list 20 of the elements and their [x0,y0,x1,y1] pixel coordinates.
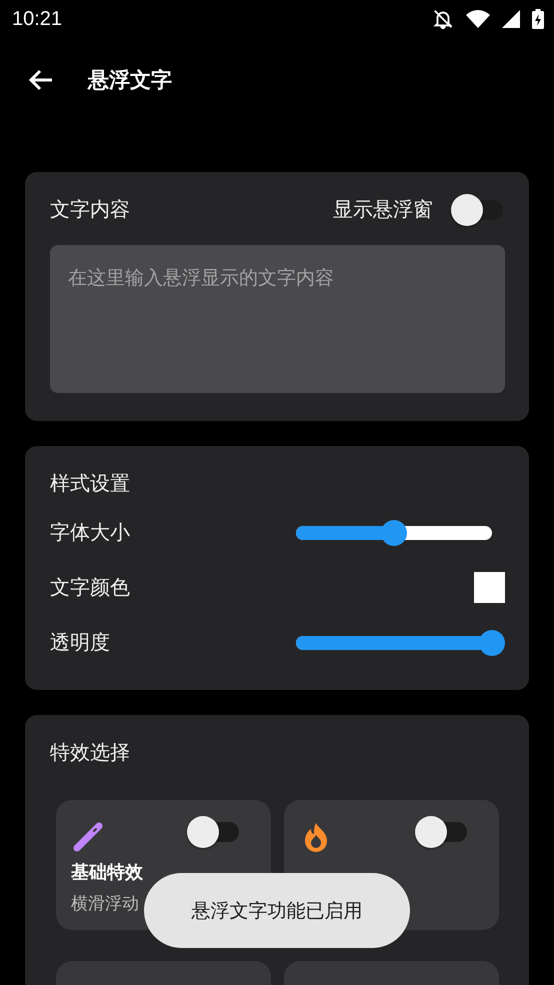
section-title: 特效选择 [50,740,130,764]
toggle-label: 显示悬浮窗 [333,196,433,223]
screen-title: 悬浮文字 [88,67,172,94]
signal-icon [502,10,520,28]
wifi-icon [466,10,490,28]
setting-label: 文字颜色 [50,574,130,601]
battery-icon [532,9,544,29]
effect-description: 横滑浮动 [71,893,139,915]
status-time: 10:21 [12,8,62,30]
setting-label: 字体大小 [50,519,130,546]
effect-title: 基础特效 [71,861,144,884]
back-arrow-icon[interactable] [28,68,54,92]
status-toast: 悬浮文字功能已启用 [144,873,410,948]
section-title: 文字内容 [50,196,130,223]
wand-icon [71,820,105,854]
section-title: 样式设置 [50,471,130,495]
color-swatch[interactable] [474,572,505,603]
bell-off-icon [432,8,454,30]
setting-label: 透明度 [50,629,110,656]
text-input-field[interactable]: 在这里输入悬浮显示的文字内容 [50,245,505,393]
